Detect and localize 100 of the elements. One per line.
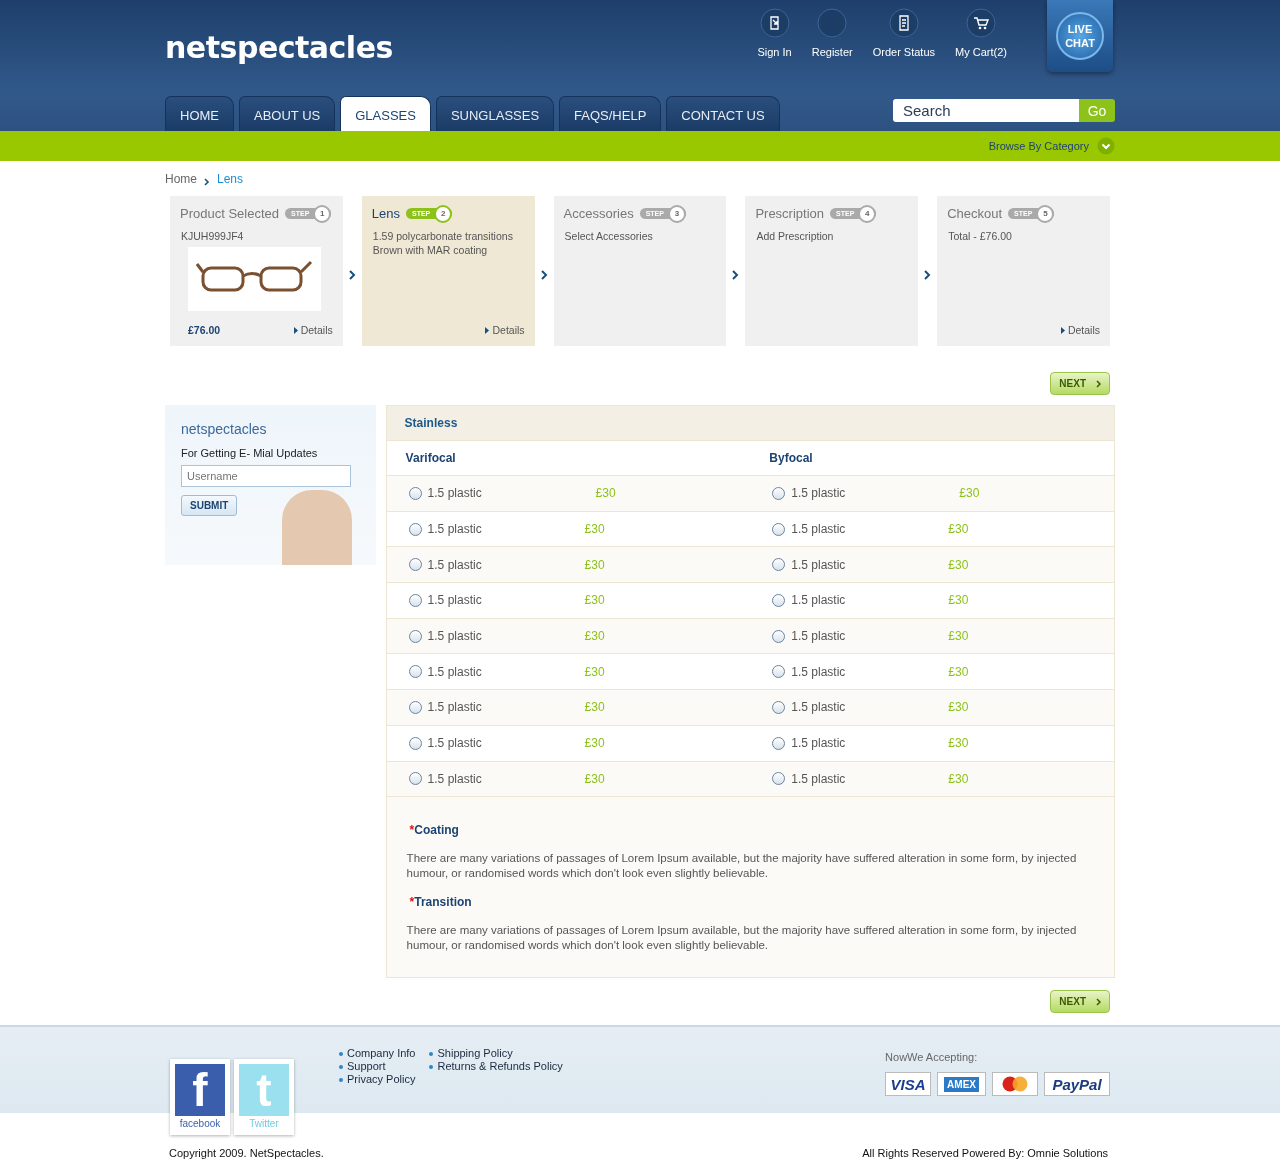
details-link[interactable]: Details [293,324,333,336]
radio-button[interactable] [772,736,786,750]
top-link[interactable]: Sign In [747,0,802,60]
details-link[interactable]: Details [1060,324,1100,336]
step-text: Select Accessories [563,229,654,243]
nav-tab[interactable]: ABOUT US [239,96,336,131]
chevron-right-icon [1096,997,1101,1006]
accepting-label: NowWe Accepting: [885,1051,979,1064]
lens-option[interactable]: 1.5 plastic [772,771,949,786]
lens-option[interactable]: 1.5 plastic [408,486,585,501]
radio-button[interactable] [772,593,786,607]
price-text: £30 [584,664,605,679]
footer-link[interactable]: Shipping Policy [437,1047,513,1061]
radio-button[interactable] [408,736,422,750]
caret-right-icon [485,326,490,334]
radio-button[interactable] [772,772,786,786]
price-text: £30 [584,593,605,608]
radio-button[interactable] [408,522,422,536]
lens-option[interactable]: 1.5 plastic [408,700,585,715]
step-text: KJUH999JF4 [180,229,245,243]
mastercard-logo [992,1072,1038,1097]
note-title: *Coating [409,823,460,838]
caret-right-icon [293,326,298,334]
price-text: £30 [584,700,605,715]
submit-button[interactable]: SUBMIT [181,495,238,516]
step-text: Add Prescription [755,229,835,243]
top-link[interactable]: My Cart(2) [945,0,1017,60]
lens-option[interactable]: 1.5 plastic [772,486,949,501]
radio-button[interactable] [408,486,422,500]
footer-link[interactable]: Privacy Policy [347,1073,416,1087]
nav-tab[interactable]: HOME [165,96,234,131]
lens-option[interactable]: 1.5 plastic [408,629,585,644]
chevron-down-icon[interactable] [1097,137,1115,155]
price-text: £30 [948,593,969,608]
footer-link[interactable]: Returns & Refunds Policy [437,1060,563,1074]
price-text: £76.00 [188,324,221,336]
chevron-right-icon [1096,379,1101,388]
radio-button[interactable] [772,522,786,536]
caret-right-icon [1060,326,1065,334]
circle-icon [817,8,848,38]
radio-button[interactable] [408,629,422,643]
amex-card-logo: AMEX [937,1072,986,1097]
username-field[interactable]: Username [181,465,351,487]
lens-heading: Stainless [386,406,1114,441]
facebook-link[interactable]: f facebook [170,1059,230,1136]
radio-button[interactable] [408,772,422,786]
radio-button[interactable] [772,486,786,500]
next-button[interactable]: NEXT [1050,372,1110,395]
note-title: *Transition [409,895,473,910]
browse-by-category-link[interactable]: Browse By Category [988,140,1089,152]
newsletter-subtitle: For Getting E- Mial Updates [181,447,319,459]
copyright-text: Copyright 2009. NetSpectacles. [169,1147,324,1160]
radio-button[interactable] [772,665,786,679]
lens-option[interactable]: 1.5 plastic [772,522,949,537]
column-heading: Byfocal [769,451,813,465]
lens-option[interactable]: 1.5 plastic [408,736,585,751]
lens-option[interactable]: 1.5 plastic [772,736,949,751]
lens-option[interactable]: 1.5 plastic [408,522,585,537]
lens-option[interactable]: 1.5 plastic [772,593,949,608]
lens-option[interactable]: 1.5 plastic [408,664,585,679]
newsletter-title: netspectacles [181,421,268,437]
top-link[interactable]: Register [801,0,863,60]
details-link[interactable]: Details [485,324,525,336]
radio-button[interactable] [408,593,422,607]
radio-button[interactable] [772,700,786,714]
footer-link[interactable]: Company Info [347,1047,416,1061]
price-text: £30 [584,736,605,751]
radio-button[interactable] [408,665,422,679]
top-link[interactable]: Order Status [862,0,946,60]
radio-button[interactable] [772,629,786,643]
nav-tab[interactable]: FAQS/HELP [559,96,662,131]
price-text: £30 [948,771,969,786]
sign-in-icon [759,8,790,38]
site-logo[interactable]: netspectacles [165,30,393,72]
price-text: £30 [584,771,605,786]
nav-tab[interactable]: GLASSES [340,96,431,131]
lens-option[interactable]: 1.5 plastic [408,557,585,572]
price-text: £30 [948,664,969,679]
lens-option[interactable]: 1.5 plastic [772,629,949,644]
step-title: Accessories [563,206,634,221]
lens-option[interactable]: 1.5 plastic [408,593,585,608]
lens-option[interactable]: 1.5 plastic [408,771,585,786]
breadcrumb-link[interactable]: Lens [217,172,244,186]
note-text: There are many variations of passages of Lorem Ipsum available, but the majority have suffered alteration in some form, by injected humour, or randomised words which don't look even slightly believable. [406,851,1078,882]
nav-tab[interactable]: SUNGLASSES [435,96,555,131]
radio-button[interactable] [772,558,786,572]
lens-option[interactable]: 1.5 plastic [772,557,949,572]
breadcrumb-link[interactable]: Home [165,172,197,186]
price-text: £30 [948,736,969,751]
visa-card-logo: VISA [885,1072,932,1097]
radio-button[interactable] [408,558,422,572]
lens-option[interactable]: 1.5 plastic [772,664,949,679]
search-field[interactable]: Search [893,99,1079,122]
radio-button[interactable] [408,700,422,714]
nav-tab[interactable]: CONTACT US [666,96,780,131]
price-text: £30 [948,557,969,572]
next-button[interactable]: NEXT [1050,990,1110,1014]
chevron-right-icon [204,175,210,183]
lens-option[interactable]: 1.5 plastic [772,700,949,715]
footer-link[interactable]: Support [347,1060,386,1074]
